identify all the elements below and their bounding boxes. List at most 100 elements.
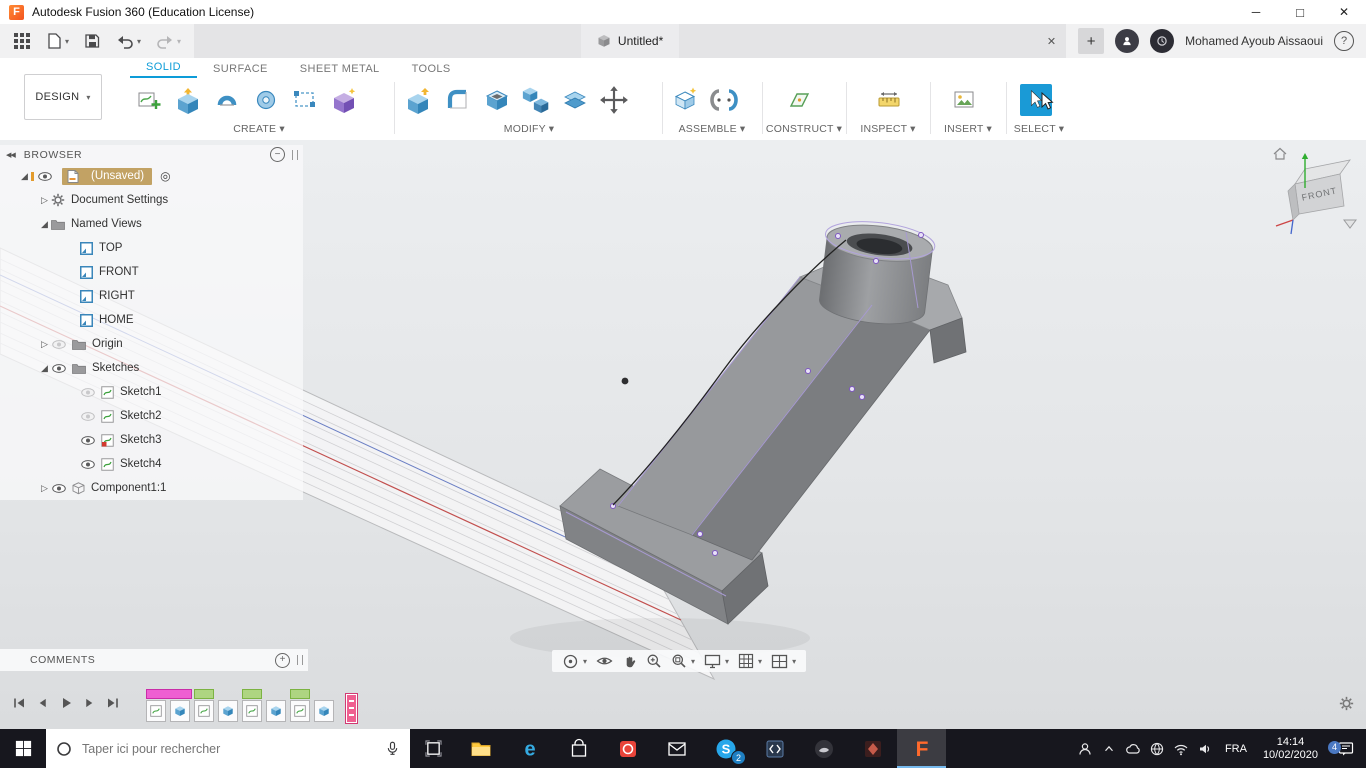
mail-app-icon[interactable] xyxy=(652,729,701,768)
insert-canvas-icon[interactable] xyxy=(947,83,981,117)
orbit-tool[interactable]: ▾ xyxy=(562,653,587,670)
tab-sheet-metal[interactable]: SHEET METAL xyxy=(284,63,396,78)
timeline-position-slider[interactable] xyxy=(346,694,357,723)
grid-settings-tool[interactable]: ▾ xyxy=(738,653,762,669)
group-label-insert[interactable]: INSERT ▾ xyxy=(932,123,1004,135)
tree-item-sketch1[interactable]: Sketch1 xyxy=(0,380,303,404)
visibility-icon[interactable] xyxy=(80,459,96,469)
visibility-icon-hidden[interactable] xyxy=(51,339,67,349)
new-component-icon[interactable] xyxy=(668,83,702,117)
viewport[interactable]: FRONT ◀◀ BROWSER − ◢ (Unsaved) ◎ ▷ Docum… xyxy=(0,140,1366,729)
start-button[interactable] xyxy=(0,729,46,768)
onedrive-icon[interactable] xyxy=(1121,741,1145,757)
offset-face-icon[interactable] xyxy=(558,83,592,117)
revolve-icon[interactable] xyxy=(210,83,244,117)
extrude-icon[interactable] xyxy=(171,83,205,117)
viewports-tool[interactable]: ▾ xyxy=(771,654,796,669)
taskbar-search[interactable] xyxy=(46,729,410,768)
edge-browser-icon[interactable]: e xyxy=(505,729,554,768)
document-tab[interactable]: Untitled* xyxy=(580,24,680,58)
display-settings-tool[interactable]: ▾ xyxy=(704,654,729,669)
expand-arrow-icon[interactable]: ▷ xyxy=(38,195,51,206)
browser-header[interactable]: ◀◀ BROWSER − xyxy=(0,145,303,164)
look-at-tool[interactable] xyxy=(596,655,613,667)
tree-item-sketch2[interactable]: Sketch2 xyxy=(0,404,303,428)
undo-button[interactable]: ▾ xyxy=(110,28,146,54)
file-menu-button[interactable]: ▾ xyxy=(40,28,74,54)
tree-item-sketch4[interactable]: Sketch4 xyxy=(0,452,303,476)
construction-plane-icon[interactable] xyxy=(782,83,816,117)
group-label-create[interactable]: CREATE ▾ xyxy=(128,123,390,135)
visibility-icon-hidden[interactable] xyxy=(80,411,96,421)
username[interactable]: Mohamed Ayoub Aissaoui xyxy=(1185,34,1323,48)
measure-icon[interactable] xyxy=(872,83,906,117)
clock[interactable]: 14:14 10/02/2020 xyxy=(1255,736,1326,762)
tree-item-view-front[interactable]: FRONT xyxy=(0,260,303,284)
tree-item-component1[interactable]: ▷ Component1:1 xyxy=(0,476,303,500)
timeline-feature-sketch[interactable] xyxy=(290,700,310,722)
step-forward-button[interactable] xyxy=(83,696,96,710)
workspace-switcher[interactable]: DESIGN ▾ xyxy=(24,74,102,120)
show-hidden-icons[interactable] xyxy=(1097,742,1121,756)
job-status-icon[interactable] xyxy=(1150,29,1175,53)
viewcube[interactable]: FRONT xyxy=(1266,144,1364,236)
group-label-modify[interactable]: MODIFY ▾ xyxy=(398,123,660,135)
expand-arrow-icon[interactable]: ▷ xyxy=(38,483,51,494)
expand-arrow-icon[interactable]: ◢ xyxy=(38,219,51,230)
timeline-settings-icon[interactable] xyxy=(1339,696,1354,711)
active-document-icon[interactable]: ◎ xyxy=(160,169,170,183)
expand-arrow-icon[interactable]: ◢ xyxy=(18,171,31,182)
group-label-construct[interactable]: CONSTRUCT ▾ xyxy=(764,123,844,135)
tree-item-document-settings[interactable]: ▷ Document Settings xyxy=(0,188,303,212)
search-input[interactable] xyxy=(80,740,377,757)
tree-item-sketch3[interactable]: Sketch3 xyxy=(0,428,303,452)
close-button[interactable]: ✕ xyxy=(1322,0,1366,24)
shell-icon[interactable] xyxy=(480,83,514,117)
pattern-icon[interactable] xyxy=(288,83,322,117)
fusion360-taskbar-icon[interactable]: F xyxy=(897,729,946,768)
task-view-button[interactable] xyxy=(410,729,456,768)
maximize-button[interactable]: □ xyxy=(1278,0,1322,24)
file-explorer-icon[interactable] xyxy=(456,729,505,768)
timeline-marker-pink[interactable] xyxy=(146,689,192,699)
move-copy-icon[interactable] xyxy=(597,83,631,117)
redo-button[interactable]: ▾ xyxy=(150,28,186,54)
new-tab-button[interactable]: + xyxy=(1078,28,1105,54)
timeline-feature-extrude[interactable] xyxy=(266,700,286,722)
visibility-icon[interactable] xyxy=(51,483,67,493)
expand-arrow-icon[interactable]: ▷ xyxy=(38,339,51,350)
visibility-icon[interactable] xyxy=(51,363,67,373)
group-label-assemble[interactable]: ASSEMBLE ▾ xyxy=(664,123,760,135)
fillet-icon[interactable] xyxy=(441,83,475,117)
apps-grid-icon[interactable] xyxy=(8,28,36,54)
timeline-marker-green[interactable] xyxy=(194,689,214,699)
tab-surface[interactable]: SURFACE xyxy=(197,63,284,78)
microphone-icon[interactable] xyxy=(385,740,400,757)
action-center-icon[interactable]: 4 xyxy=(1326,740,1366,758)
network-icon[interactable] xyxy=(1145,741,1169,757)
code-app-icon[interactable] xyxy=(750,729,799,768)
timeline-feature-extrude[interactable] xyxy=(218,700,238,722)
add-comment-icon[interactable]: + xyxy=(275,652,290,668)
tab-solid[interactable]: SOLID xyxy=(130,61,198,78)
fit-tool[interactable]: ▾ xyxy=(671,653,695,669)
minimize-button[interactable]: ─ xyxy=(1234,0,1278,24)
step-back-button[interactable] xyxy=(36,696,49,710)
panel-grip[interactable] xyxy=(297,655,303,665)
gimp-app-icon[interactable] xyxy=(799,729,848,768)
timeline-feature-sketch[interactable] xyxy=(146,700,166,722)
skip-to-end-button[interactable] xyxy=(106,696,120,710)
wifi-icon[interactable] xyxy=(1169,741,1193,757)
tree-item-view-home[interactable]: HOME xyxy=(0,308,303,332)
tree-item-sketches[interactable]: ◢ Sketches xyxy=(0,356,303,380)
timeline-feature-extrude[interactable] xyxy=(170,700,190,722)
pan-tool[interactable] xyxy=(622,653,637,669)
timeline-feature-extrude[interactable] xyxy=(314,700,334,722)
create-sketch-icon[interactable] xyxy=(132,83,166,117)
comments-panel[interactable]: COMMENTS + xyxy=(0,649,308,671)
maroon-app-icon[interactable] xyxy=(848,729,897,768)
visibility-icon[interactable] xyxy=(80,435,96,445)
red-app-icon[interactable] xyxy=(603,729,652,768)
skip-to-start-button[interactable] xyxy=(12,696,26,710)
timeline-feature-sketch[interactable] xyxy=(242,700,262,722)
